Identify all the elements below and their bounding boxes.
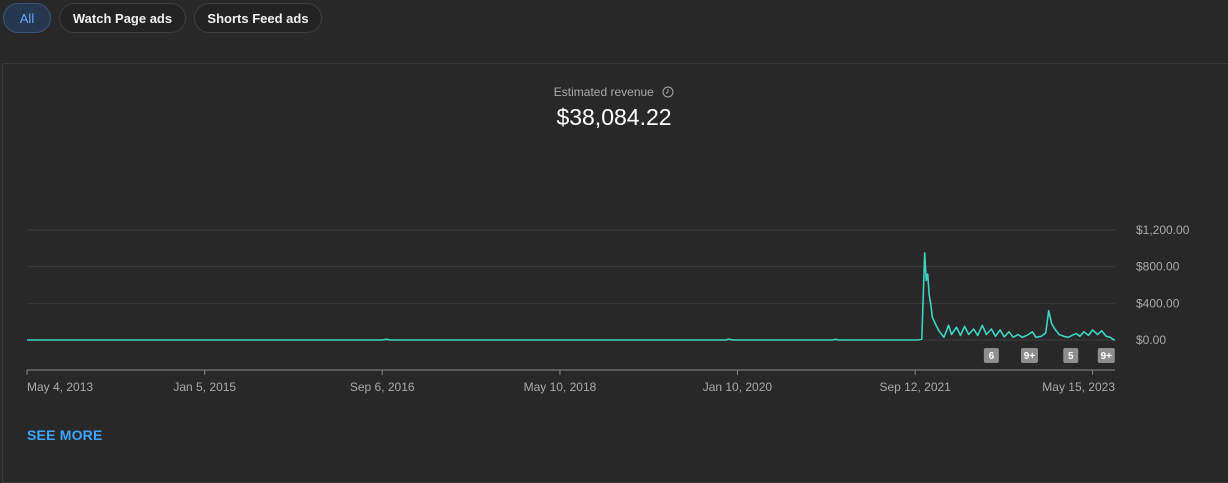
x-tick-label: Jan 10, 2020 <box>703 380 773 394</box>
revenue-line-chart: $0.00 $400.00 $800.00 $1,200.00 May 4, 2013 J… <box>26 223 1190 394</box>
x-tick-label: Jan 5, 2015 <box>173 380 236 394</box>
chart-series <box>27 252 1116 341</box>
chart-annotations: 6 9+ 5 9+ <box>983 348 1115 363</box>
x-tick-label: May 15, 2023 <box>1042 380 1115 394</box>
x-tick-label: Sep 12, 2021 <box>879 380 951 394</box>
y-tick-label: $400.00 <box>1136 296 1180 310</box>
annotation-badge-label: 6 <box>989 351 995 362</box>
y-tick-label: $0.00 <box>1136 333 1166 347</box>
annotation-badge-label: 5 <box>1068 351 1074 362</box>
x-tick-label: Sep 6, 2016 <box>350 380 415 394</box>
annotation-badge-label: 9+ <box>1101 351 1113 362</box>
annotation-badge[interactable]: 9+ <box>1097 348 1115 363</box>
x-tick-label: May 10, 2018 <box>524 380 597 394</box>
see-more-link[interactable]: SEE MORE <box>27 427 103 443</box>
annotation-badge-label: 9+ <box>1024 351 1036 362</box>
series-line <box>27 252 1116 341</box>
x-tick-label: May 4, 2013 <box>27 380 93 394</box>
y-tick-label: $800.00 <box>1136 260 1180 274</box>
annotation-badge[interactable]: 5 <box>1063 348 1079 363</box>
chart-grid <box>27 229 1115 341</box>
annotation-badge[interactable]: 6 <box>983 348 999 363</box>
chart-axes: $0.00 $400.00 $800.00 $1,200.00 May 4, 2013 J… <box>26 223 1190 394</box>
annotation-badge[interactable]: 9+ <box>1020 348 1038 363</box>
y-tick-label: $1,200.00 <box>1136 223 1190 237</box>
